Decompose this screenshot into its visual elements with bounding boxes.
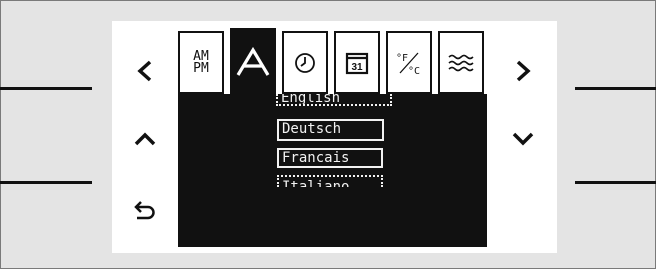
chevron-down-icon — [512, 132, 534, 146]
water-hardness-icon — [448, 54, 474, 71]
calendar-icon: 31 — [345, 52, 369, 74]
calendar-day: 31 — [351, 62, 363, 73]
language-item-francais[interactable]: Francais — [277, 148, 383, 168]
left-divider-top — [0, 87, 92, 90]
language-label: Deutsch — [282, 121, 342, 137]
tab-language[interactable] — [230, 28, 276, 95]
tab-clock-format[interactable]: AM PM — [178, 31, 224, 94]
language-icon — [236, 46, 270, 76]
svg-text:°F: °F — [396, 53, 408, 64]
language-item-deutsch[interactable]: Deutsch — [277, 119, 384, 141]
am-pm-icon: AM PM — [193, 50, 209, 76]
right-divider-top — [575, 87, 656, 90]
temperature-unit-icon: °F °C — [396, 52, 420, 77]
next-tab-button[interactable] — [508, 56, 538, 86]
tab-time[interactable] — [282, 31, 328, 94]
display-screen: AM PM 31 °F °C English Deutsch Francais … — [112, 21, 557, 253]
back-arrow-icon — [134, 201, 155, 220]
language-label: Francais — [282, 150, 350, 166]
previous-tab-button[interactable] — [130, 56, 160, 86]
back-button[interactable] — [130, 195, 160, 225]
right-divider-bottom — [575, 181, 656, 184]
language-label: English — [281, 94, 341, 106]
pm-label: PM — [193, 60, 209, 76]
scroll-up-button[interactable] — [130, 124, 160, 154]
tab-temperature-unit[interactable]: °F °C — [386, 31, 432, 94]
scroll-down-button[interactable] — [508, 124, 538, 154]
language-item-english[interactable]: English — [276, 94, 392, 106]
tab-date[interactable]: 31 — [334, 31, 380, 94]
chevron-right-icon — [516, 60, 531, 82]
chevron-up-icon — [134, 132, 156, 146]
chevron-left-icon — [137, 60, 152, 82]
clock-icon — [295, 52, 315, 73]
language-label: Italiano — [282, 179, 350, 187]
svg-text:°C: °C — [408, 66, 420, 77]
language-list: English Deutsch Francais Italiano — [178, 94, 487, 247]
left-divider-bottom — [0, 181, 92, 184]
tab-water-hardness[interactable] — [438, 31, 484, 94]
language-item-italiano[interactable]: Italiano — [277, 175, 383, 187]
